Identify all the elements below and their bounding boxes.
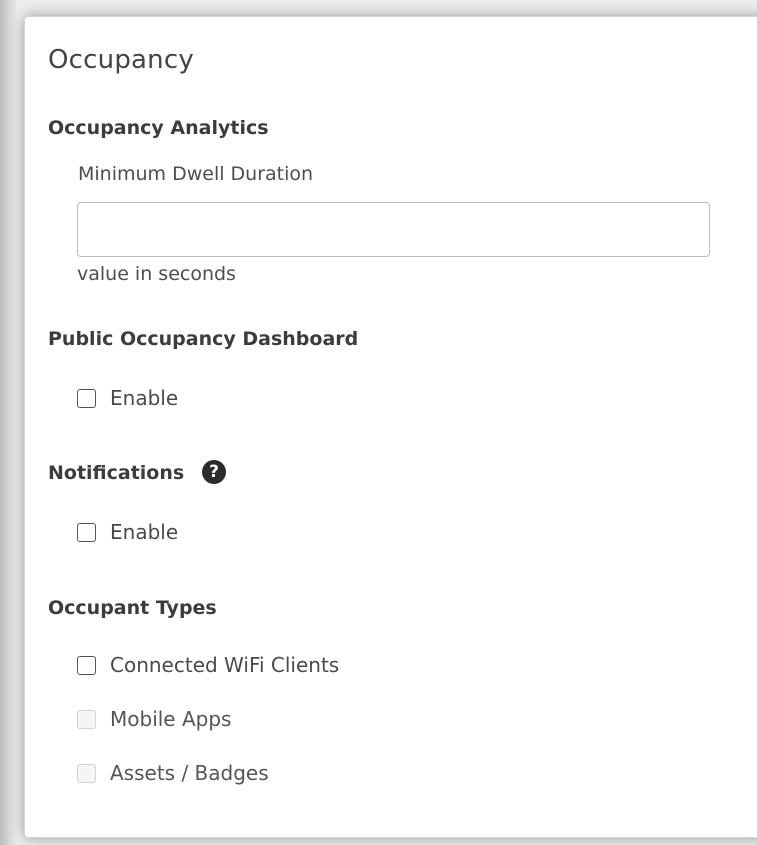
occupant-type-label: Connected WiFi Clients <box>110 653 340 677</box>
checkbox-box[interactable] <box>77 655 96 675</box>
notifications-heading: Notifications <box>48 462 185 484</box>
min-dwell-duration-help: value in seconds <box>77 263 236 285</box>
occupant-type-label: Assets / Badges <box>110 761 269 785</box>
panel-title: Occupancy <box>48 45 194 75</box>
occupant-types-heading: Occupant Types <box>48 597 217 619</box>
checkbox-box[interactable] <box>77 388 96 408</box>
occupancy-settings-card: Occupancy Occupancy Analytics Minimum Dw… <box>24 16 757 838</box>
occupant-type-assets-badges: Assets / Badges <box>77 761 269 785</box>
public-dashboard-enable-label: Enable <box>110 386 179 410</box>
min-dwell-duration-input[interactable] <box>77 202 710 257</box>
question-circle-icon[interactable]: ? <box>202 460 226 484</box>
occupant-type-mobile-apps: Mobile Apps <box>77 707 231 731</box>
occupant-type-connected-wifi-clients[interactable]: Connected WiFi Clients <box>77 653 339 677</box>
checkbox-box-disabled <box>77 763 96 783</box>
min-dwell-duration-label: Minimum Dwell Duration <box>78 163 314 185</box>
checkbox-box[interactable] <box>77 522 96 542</box>
notifications-enable-checkbox[interactable]: Enable <box>77 520 178 544</box>
occupancy-analytics-heading: Occupancy Analytics <box>48 117 269 139</box>
public-dashboard-enable-checkbox[interactable]: Enable <box>77 386 178 410</box>
notifications-enable-label: Enable <box>110 520 179 544</box>
occupant-type-label: Mobile Apps <box>110 707 232 731</box>
checkbox-box-disabled <box>77 709 96 729</box>
public-dashboard-heading: Public Occupancy Dashboard <box>48 328 359 350</box>
